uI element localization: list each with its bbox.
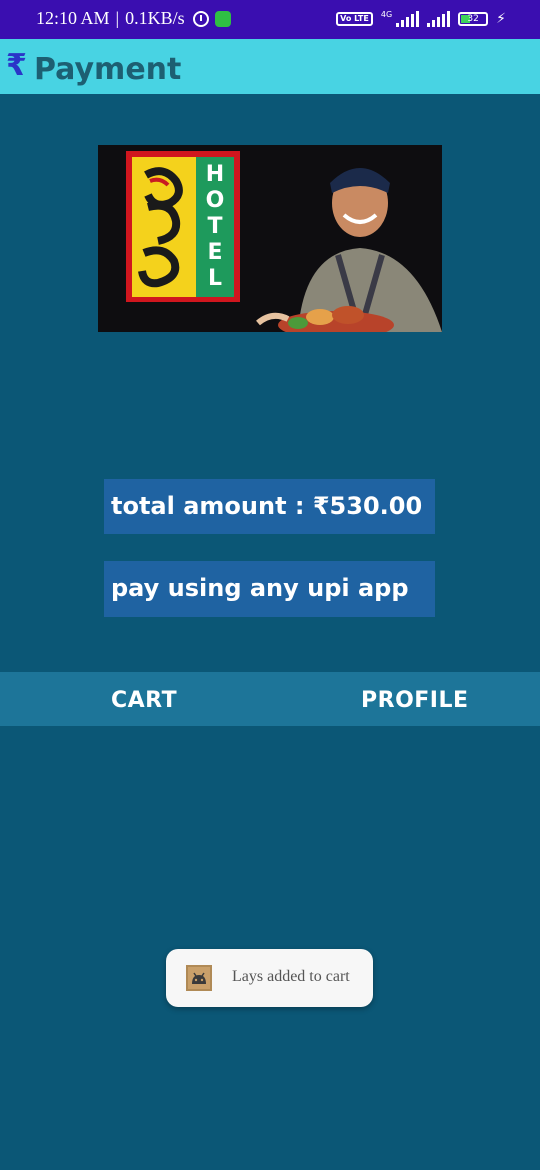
alarm-icon bbox=[192, 10, 209, 27]
battery-icon: 32 bbox=[458, 12, 489, 26]
toast: Lays added to cart bbox=[166, 949, 373, 1007]
android-app-icon bbox=[186, 965, 212, 991]
restaurant-banner-image: HOTEL bbox=[98, 145, 442, 332]
signal-icon bbox=[396, 11, 420, 27]
status-time: 12:10 AM bbox=[36, 8, 110, 28]
total-amount-label: total amount : ₹530.00 bbox=[104, 479, 435, 534]
profile-button[interactable]: PROFILE bbox=[361, 672, 469, 726]
pay-upi-button[interactable]: pay using any upi app bbox=[104, 561, 435, 617]
charging-icon: ⚡ bbox=[496, 11, 506, 27]
app-bar: ₹ Payment bbox=[0, 39, 540, 94]
sign-text: HOTEL bbox=[206, 162, 225, 291]
rupee-icon: ₹ bbox=[6, 48, 27, 83]
toast-message: Lays added to cart bbox=[232, 968, 350, 985]
status-separator: | bbox=[115, 8, 120, 28]
status-left: 12:10 AM | 0.1KB/s bbox=[36, 8, 231, 29]
bottom-nav: CART PROFILE bbox=[0, 672, 540, 726]
app-notification-icon bbox=[214, 10, 231, 27]
signal-icon bbox=[427, 11, 451, 27]
banner-illustration: HOTEL bbox=[98, 145, 442, 332]
battery-level: 32 bbox=[467, 14, 479, 24]
volte-icon: Vo LTE bbox=[336, 12, 373, 26]
page-title: Payment bbox=[34, 52, 182, 87]
status-bar: 12:10 AM | 0.1KB/s Vo LTE 4G 32 ⚡ bbox=[0, 0, 540, 39]
network-type-label: 4G bbox=[380, 10, 393, 19]
status-speed: 0.1KB/s bbox=[125, 8, 185, 28]
cart-button[interactable]: CART bbox=[111, 672, 177, 726]
status-right: Vo LTE 4G 32 ⚡ bbox=[336, 11, 506, 27]
